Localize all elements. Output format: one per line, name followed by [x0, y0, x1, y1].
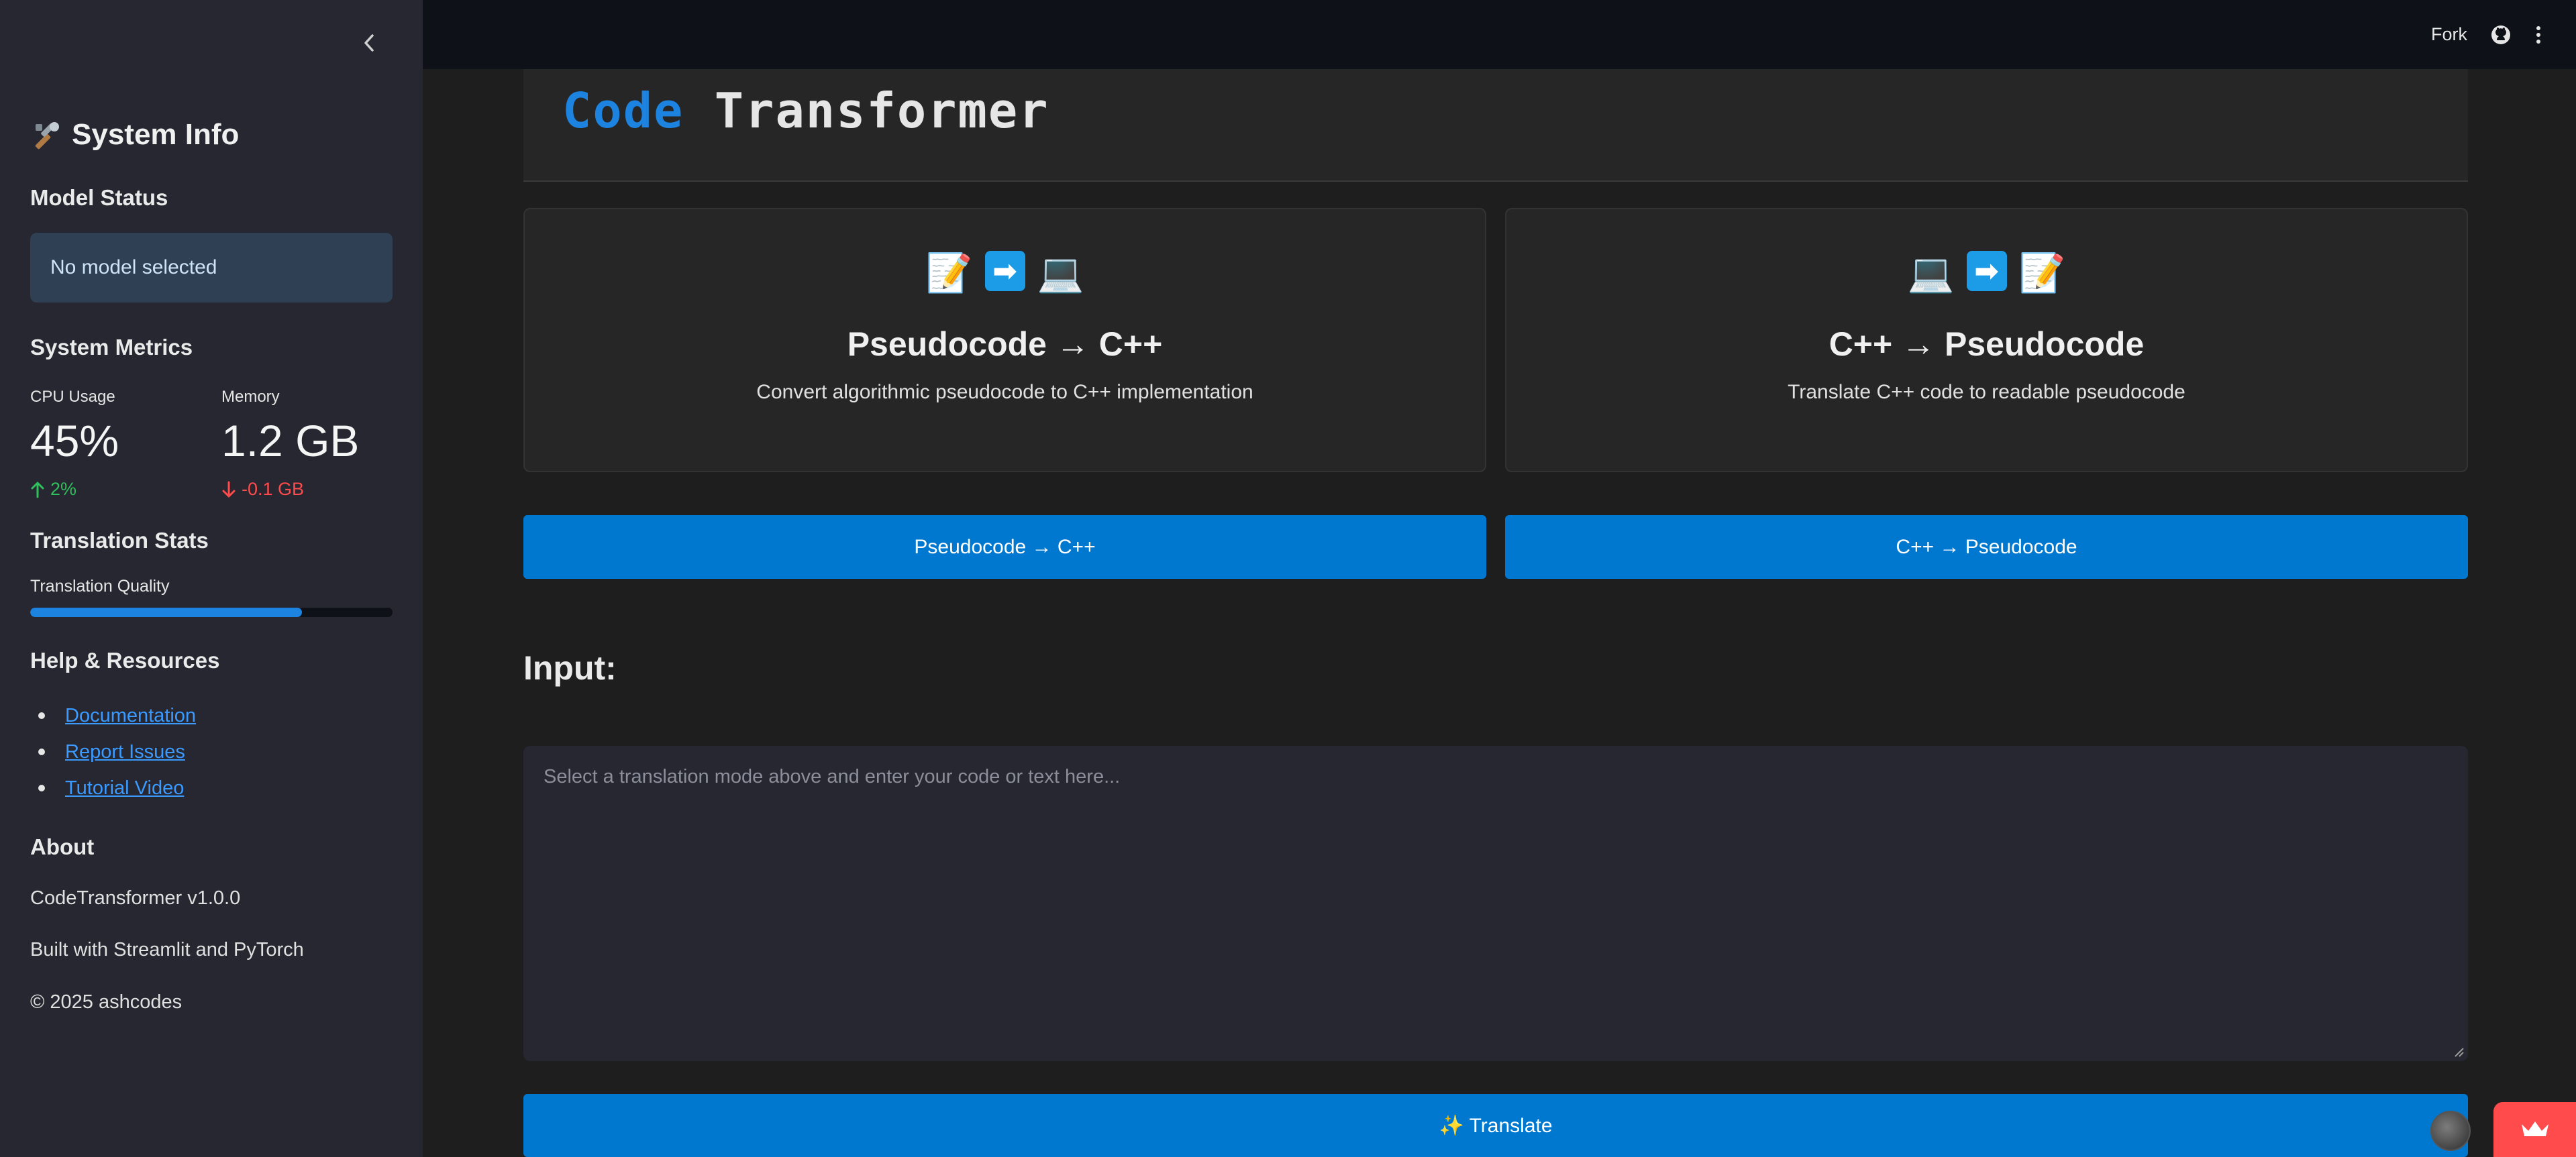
- cpu-metric-label: CPU Usage: [30, 388, 115, 406]
- system-metrics-heading: System Metrics: [30, 335, 193, 360]
- card-pseudocode-to-cpp: 📝 ➡ 💻 Pseudocode → C++ Convert algorithm…: [523, 208, 1486, 472]
- card-description: Convert algorithmic pseudocode to C++ im…: [756, 381, 1253, 403]
- card-title: C++ → Pseudocode: [1828, 325, 2145, 363]
- translation-stats-heading: Translation Stats: [30, 528, 209, 553]
- top-toolbar: Fork: [423, 0, 2576, 69]
- main-content: Code Transformer 📝 ➡ 💻 Pseudocode → C++ …: [423, 69, 2576, 1157]
- sidebar: System Info Model Status No model select…: [0, 0, 423, 1157]
- cpp-to-pseudocode-button[interactable]: C++ → Pseudocode: [1505, 515, 2468, 579]
- card-title: Pseudocode → C++: [847, 325, 1163, 363]
- list-item: Report Issues: [30, 734, 196, 770]
- memory-metric: Memory 1.2 GB -0.1 GB: [221, 388, 359, 500]
- github-icon[interactable]: [2490, 24, 2512, 46]
- model-status-heading: Model Status: [30, 185, 168, 210]
- card-cpp-to-pseudocode: 💻 ➡ 📝 C++ → Pseudocode Translate C++ cod…: [1505, 208, 2468, 472]
- card-icons: 📝 ➡ 💻: [525, 251, 1485, 296]
- arrow-right-icon: ➡: [1966, 251, 2007, 291]
- chevron-left-icon: [364, 34, 374, 52]
- about-version: CodeTransformer v1.0.0: [30, 887, 241, 909]
- model-status-message: No model selected: [50, 256, 217, 278]
- memory-delta-text: -0.1 GB: [242, 479, 305, 499]
- cpu-metric-value: 45%: [30, 416, 119, 465]
- input-label: Input:: [523, 649, 617, 687]
- about-heading: About: [30, 834, 95, 859]
- list-item: Tutorial Video: [30, 770, 196, 806]
- arrow-right-icon: ➡: [984, 251, 1025, 291]
- translation-quality-fill: [30, 608, 302, 617]
- memory-metric-delta: -0.1 GB: [221, 479, 359, 500]
- collapse-sidebar-button[interactable]: [356, 30, 382, 56]
- card-description: Translate C++ code to readable pseudocod…: [1788, 381, 2185, 403]
- laptop-icon: 💻: [1907, 252, 1955, 294]
- help-links-list: Documentation Report Issues Tutorial Vid…: [30, 698, 196, 806]
- crown-icon: [2521, 1121, 2548, 1136]
- about-copyright: © 2025 ashcodes: [30, 991, 183, 1013]
- tools-icon: [35, 122, 59, 150]
- memo-icon: 📝: [2018, 252, 2066, 294]
- about-built-with: Built with Streamlit and PyTorch: [30, 939, 304, 960]
- laptop-icon: 💻: [1037, 252, 1084, 294]
- page-title-accent: Code: [562, 82, 684, 139]
- cpu-delta-text: 2%: [50, 479, 77, 499]
- resize-handle-icon[interactable]: [2452, 1045, 2464, 1057]
- app-header: Code Transformer: [523, 69, 2468, 182]
- translation-quality-label: Translation Quality: [30, 577, 170, 596]
- translation-quality-progress: [30, 608, 393, 617]
- arrow-down-icon: [222, 481, 236, 497]
- page-title: Code Transformer: [562, 82, 1049, 139]
- code-input-textarea[interactable]: Select a translation mode above and ente…: [523, 746, 2468, 1061]
- arrow-up-icon: [31, 482, 44, 498]
- streamlit-badge-button[interactable]: [2493, 1102, 2576, 1157]
- pseudocode-to-cpp-button[interactable]: Pseudocode → C++: [523, 515, 1486, 579]
- model-status-alert: No model selected: [30, 233, 393, 302]
- memory-metric-value: 1.2 GB: [221, 416, 360, 465]
- kebab-menu-icon[interactable]: [2534, 24, 2542, 46]
- translate-button[interactable]: ✨ Translate: [523, 1094, 2468, 1157]
- sidebar-title: System Info: [30, 118, 239, 152]
- documentation-link[interactable]: Documentation: [65, 705, 196, 727]
- tutorial-video-link[interactable]: Tutorial Video: [65, 777, 184, 800]
- card-icons: 💻 ➡ 📝: [1506, 251, 2467, 296]
- page-title-rest: Transformer: [714, 82, 1049, 139]
- memo-icon: 📝: [925, 252, 973, 294]
- report-issues-link[interactable]: Report Issues: [65, 741, 185, 763]
- list-item: Documentation: [30, 698, 196, 734]
- cpu-metric-delta: 2%: [30, 479, 119, 500]
- avatar[interactable]: [2430, 1111, 2471, 1151]
- help-resources-heading: Help & Resources: [30, 648, 220, 673]
- code-input-placeholder: Select a translation mode above and ente…: [544, 766, 1121, 787]
- sidebar-title-text: System Info: [72, 118, 240, 151]
- memory-metric-label: Memory: [221, 388, 280, 406]
- fork-button[interactable]: Fork: [2431, 24, 2467, 45]
- cpu-metric: CPU Usage 45% 2%: [30, 388, 119, 500]
